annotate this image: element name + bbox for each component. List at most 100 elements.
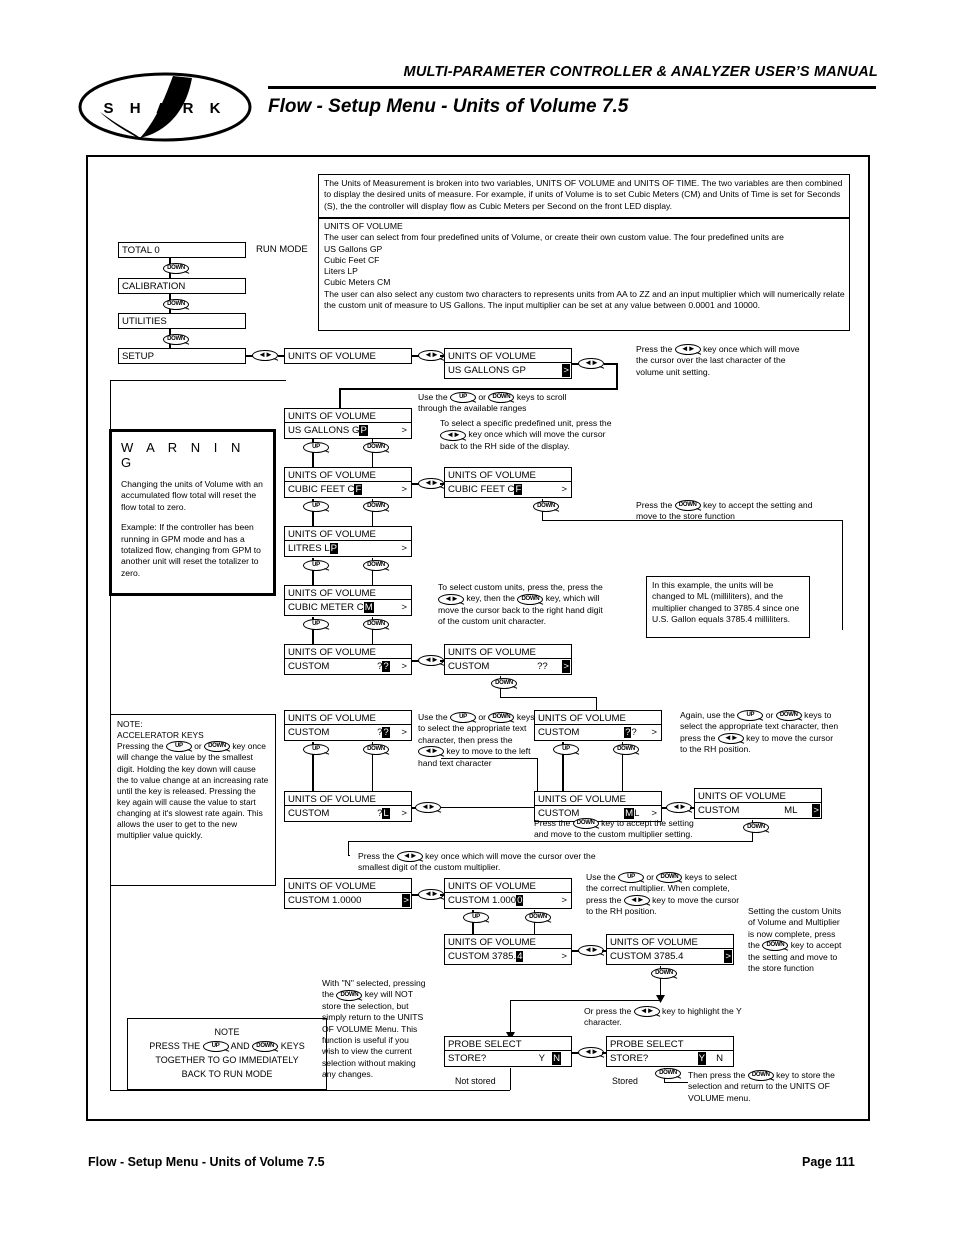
screen-probe-select-y[interactable]: PROBE SELECT STORE? Y N	[606, 1036, 734, 1067]
accel-line2: ACCELERATOR KEYS	[117, 730, 204, 741]
lcd-title: UNITS OF VOLUME	[285, 879, 411, 893]
down-key-icon-3[interactable]: DOWN	[163, 334, 189, 345]
intro-block2-tail: The user can also select any custom two …	[324, 288, 845, 311]
down-key-icon-7[interactable]: DOWN	[363, 560, 389, 571]
shark-logo: S H A R K	[78, 72, 253, 142]
lcd-title: PROBE SELECT	[607, 1037, 733, 1051]
screen-custom-ml[interactable]: UNITS OF VOLUME CUSTOM ML >	[694, 788, 822, 819]
footer-left: Flow - Setup Menu - Units of Volume 7.5	[88, 1155, 325, 1169]
screen-us-gallons-cursor[interactable]: UNITS OF VOLUME US GALLONS GP >	[284, 408, 412, 439]
down-key-icon-14[interactable]: DOWN	[651, 968, 677, 979]
down-key-icon-9[interactable]: DOWN	[491, 678, 517, 689]
left-right-key-icon-6[interactable]: ◄►	[415, 802, 441, 813]
left-right-key-icon-7[interactable]: ◄►	[666, 802, 692, 813]
up-key-icon-2[interactable]: UP	[303, 501, 329, 512]
store-y-selected: Y	[697, 1052, 706, 1065]
down-key-icon-a6: DOWN	[572, 818, 599, 830]
screen-utilities[interactable]: UTILITIES	[118, 313, 246, 329]
intro-unit-3: Cubic Meters CM	[324, 277, 391, 288]
screen-uov-blank[interactable]: UNITS OF VOLUME	[284, 348, 412, 364]
example-box: In this example, the units will be chang…	[646, 576, 810, 638]
screen-multiplier-1-cursor[interactable]: UNITS OF VOLUME CUSTOM 1.0000 >	[444, 878, 572, 909]
annotation-custom-units: To select custom units, press the, press…	[438, 582, 603, 627]
annotation-with-n: With "N" selected, pressing the DOWN key…	[322, 978, 426, 1080]
screen-us-gallons[interactable]: UNITS OF VOLUME US GALLONS GP >	[444, 348, 572, 379]
down-key-icon-2[interactable]: DOWN	[163, 299, 189, 310]
lcd-title: UNITS OF VOLUME	[285, 468, 411, 482]
down-key-icon-4[interactable]: DOWN	[363, 442, 389, 453]
screen-cubic-feet-cursor[interactable]: UNITS OF VOLUME CUBIC FEET CF >	[284, 467, 412, 498]
left-right-key-icon-1[interactable]: ◄►	[252, 350, 278, 361]
down-key-icon-8[interactable]: DOWN	[363, 619, 389, 630]
screen-calibration[interactable]: CALIBRATION	[118, 278, 246, 294]
left-right-key-icon-a5: ◄►	[717, 733, 744, 745]
down-key-icon-15[interactable]: DOWN	[655, 1068, 681, 1079]
cursor-char: M	[363, 602, 374, 613]
up-key-icon-4[interactable]: UP	[303, 619, 329, 630]
screen-custom-qq-cursor-2[interactable]: UNITS OF VOLUME CUSTOM ?? >	[284, 710, 412, 741]
down-key-icon-10[interactable]: DOWN	[363, 744, 389, 755]
screen-cubic-meter-cursor[interactable]: UNITS OF VOLUME CUBIC METER CM >	[284, 585, 412, 616]
down-key-icon-13[interactable]: DOWN	[525, 912, 551, 923]
lcd-title: UNITS OF VOLUME	[445, 349, 571, 363]
intro-block2-title: UNITS OF VOLUME	[324, 221, 403, 231]
lcd-title: UNITS OF VOLUME	[285, 527, 411, 541]
cursor-char: F	[354, 484, 363, 495]
lcd-title: UNITS OF VOLUME	[535, 711, 661, 725]
left-right-key-icon-9[interactable]: ◄►	[578, 945, 604, 956]
left-right-key-icon-3[interactable]: ◄►	[578, 358, 604, 369]
lcd-title: UNITS OF VOLUME	[607, 935, 733, 949]
down-key-icon-12[interactable]: DOWN	[743, 822, 769, 833]
screen-multiplier-3785[interactable]: UNITS OF VOLUME CUSTOM 3785.4 >	[606, 934, 734, 965]
down-key-icon-a3: DOWN	[517, 593, 544, 605]
annotation-accept-custom-unit: Press the DOWN key to accept the setting…	[534, 818, 694, 840]
up-key-icon-a7: UP	[618, 872, 645, 884]
annotation-press-lr-smallest: Press the ◄► key once which will move th…	[358, 851, 596, 873]
down-key-icon-5[interactable]: DOWN	[533, 501, 559, 512]
screen-multiplier-1[interactable]: UNITS OF VOLUME CUSTOM 1.0000 >	[284, 878, 412, 909]
lcd-title: UNITS OF VOLUME	[445, 935, 571, 949]
left-right-key-icon-a8: ◄►	[633, 1006, 660, 1018]
cursor-char: P	[359, 425, 368, 436]
intro-unit-1: Cubic Feet CF	[324, 254, 380, 265]
screen-cubic-feet[interactable]: UNITS OF VOLUME CUBIC FEET CF >	[444, 467, 572, 498]
up-key-icon-6[interactable]: UP	[553, 744, 579, 755]
down-key-icon-6[interactable]: DOWN	[363, 501, 389, 512]
down-key-icon-11[interactable]: DOWN	[613, 744, 639, 755]
note-line1: PRESS THE UP AND DOWN KEYS	[149, 1041, 305, 1053]
screen-setup[interactable]: SETUP	[118, 348, 246, 364]
left-right-key-icon-a1: ◄►	[674, 344, 701, 356]
cursor-char: 4	[516, 951, 524, 962]
lcd-value: CUSTOM 3785.4 >	[610, 950, 732, 963]
lcd-title: UNITS OF VOLUME	[695, 789, 821, 803]
screen-custom-qq[interactable]: UNITS OF VOLUME CUSTOM ?? >	[444, 644, 572, 675]
lcd-value: CUBIC FEET CF >	[288, 484, 407, 495]
left-right-key-icon-a7: ◄►	[623, 895, 650, 907]
up-key-icon-5[interactable]: UP	[303, 744, 329, 755]
intro-block2-line1: The user can select from four predefined…	[324, 232, 784, 243]
annotation-highlight-y: Or press the ◄► key to highlight the Y c…	[584, 1006, 742, 1028]
up-key-icon-7[interactable]: UP	[463, 912, 489, 923]
lcd-value: LITRES LP >	[288, 543, 407, 554]
lcd-title: UNITS OF VOLUME	[285, 586, 411, 600]
up-key-icon-a1: UP	[450, 392, 477, 404]
annotation-select-predefined: To select a specific predefined unit, pr…	[440, 418, 612, 451]
intro-block-2: UNITS OF VOLUME The user can select from…	[318, 218, 850, 331]
screen-custom-ql[interactable]: UNITS OF VOLUME CUSTOM ?L >	[284, 791, 412, 822]
screen-probe-select-n[interactable]: PROBE SELECT STORE? Y N	[444, 1036, 572, 1067]
screen-custom-qq-cursor[interactable]: UNITS OF VOLUME CUSTOM ?? >	[284, 644, 412, 675]
lcd-value: STORE? Y N	[610, 1052, 723, 1065]
down-key-icon-a11: DOWN	[252, 1041, 279, 1053]
logo-text: S H A R K	[104, 100, 227, 117]
screen-total[interactable]: TOTAL 0	[118, 242, 246, 258]
up-key-icon-1[interactable]: UP	[303, 442, 329, 453]
down-key-icon-1[interactable]: DOWN	[163, 263, 189, 274]
annotation-again-text-char: Again, use the UP or DOWN keys to select…	[680, 710, 839, 755]
screen-litres-cursor[interactable]: UNITS OF VOLUME LITRES LP >	[284, 526, 412, 557]
screen-multiplier-3785-cursor[interactable]: UNITS OF VOLUME CUSTOM 3785.4 >	[444, 934, 572, 965]
down-key-icon-a8: DOWN	[762, 940, 789, 952]
left-right-key-icon-10[interactable]: ◄►	[578, 1047, 604, 1058]
cursor-char: ?	[382, 727, 390, 738]
screen-custom-qq-cursor-3[interactable]: UNITS OF VOLUME CUSTOM ?? >	[534, 710, 662, 741]
up-key-icon-3[interactable]: UP	[303, 560, 329, 571]
